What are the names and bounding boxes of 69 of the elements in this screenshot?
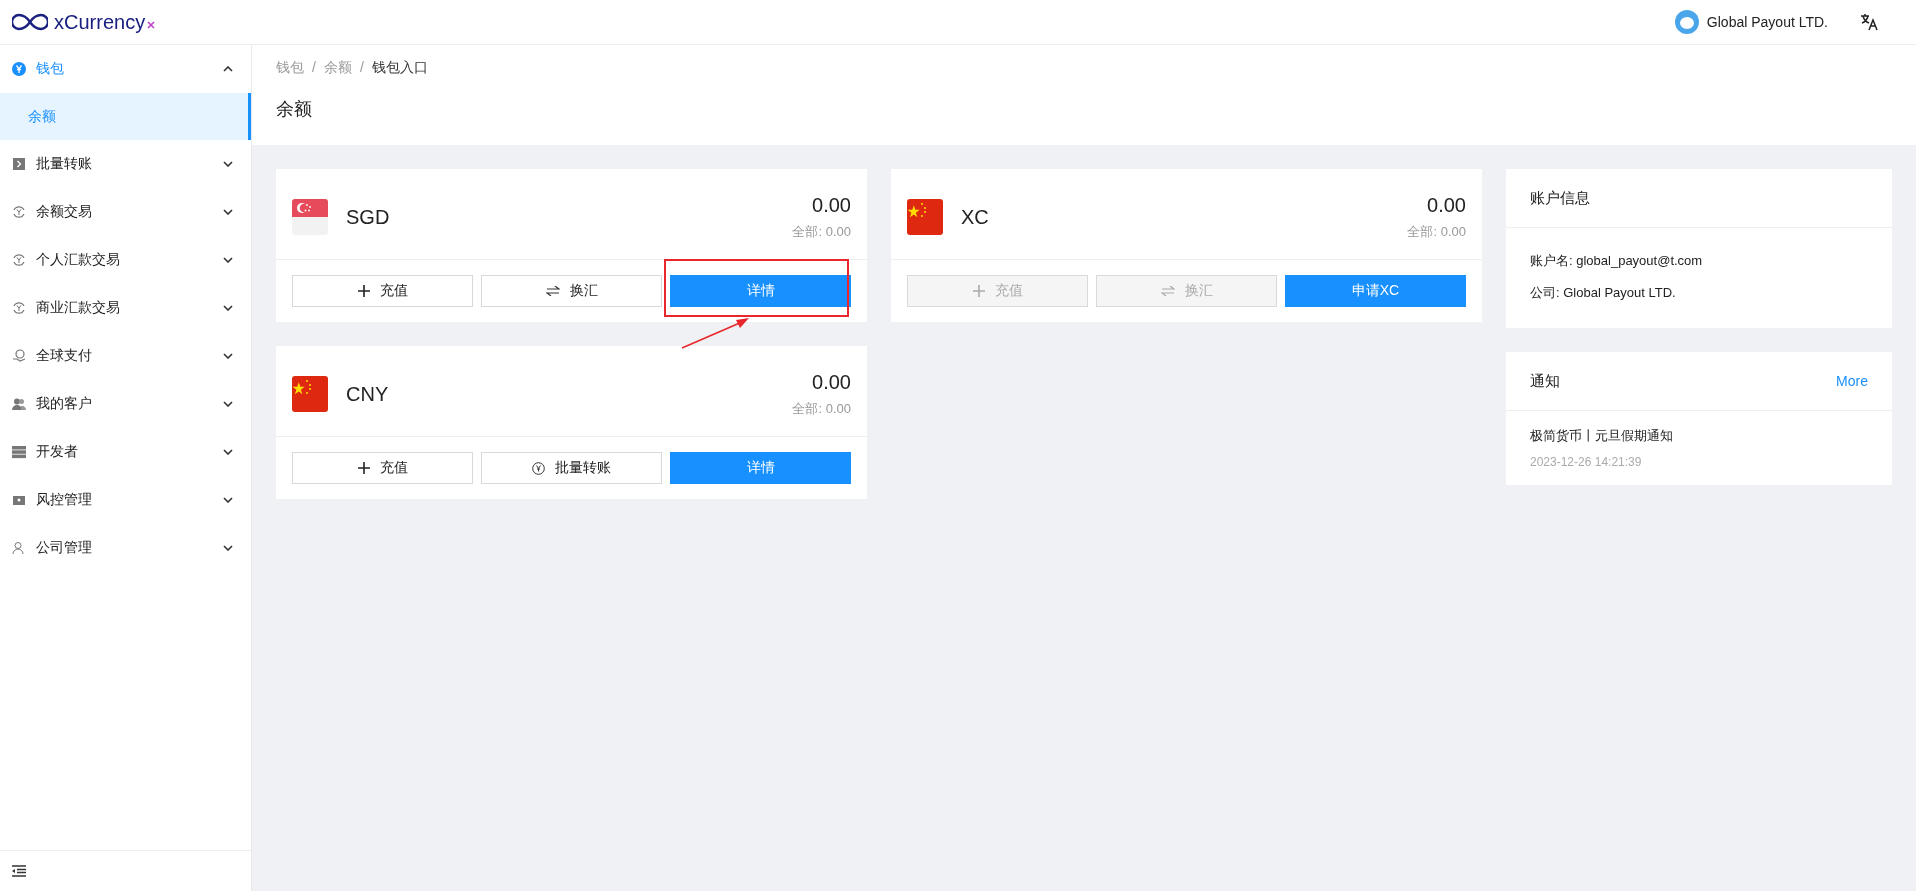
sidebar-item[interactable]: 风控管理: [0, 476, 251, 524]
translate-icon[interactable]: [1860, 13, 1878, 31]
swap-arrows-icon: [1160, 286, 1175, 296]
collapse-menu-icon[interactable]: [12, 865, 26, 877]
menu-icon: [12, 205, 26, 219]
page-title: 余额: [276, 98, 313, 121]
plus-icon: [357, 285, 370, 297]
menu-icon: [12, 301, 26, 315]
account-name[interactable]: Global Payout LTD.: [1706, 14, 1828, 30]
menu-icon: [12, 253, 26, 267]
chevron-icon: [223, 449, 233, 455]
sidebar-item[interactable]: 公司管理: [0, 524, 251, 572]
chevron-icon: [223, 353, 233, 359]
chevron-icon: [223, 66, 233, 72]
chevron-icon: [223, 305, 233, 311]
balance-amount: 0.00: [812, 193, 851, 217]
breadcrumb-separator: /: [359, 59, 364, 77]
chevron-icon: [223, 497, 233, 503]
flag-icon: [907, 199, 943, 235]
yen-coin-icon: [532, 461, 545, 475]
plus-icon: [972, 285, 985, 297]
total-balance: 全部: 0.00: [1407, 222, 1466, 241]
action-button[interactable]: 批量转账: [481, 452, 662, 484]
currency-code: SGD: [346, 205, 391, 229]
total-balance: 全部: 0.00: [792, 222, 851, 241]
action-button[interactable]: 充值: [292, 275, 473, 307]
menu-icon: [12, 493, 26, 507]
avatar-icon[interactable]: [1674, 10, 1699, 34]
flag-icon: [292, 199, 328, 235]
infinity-logo-icon: [12, 13, 48, 31]
menu-icon: [12, 541, 26, 555]
account-detail: 账户名: global_payout@t.com: [1530, 252, 1704, 270]
sidebar-item[interactable]: 余额交易: [0, 188, 251, 236]
menu-icon: [12, 157, 26, 171]
sidebar-item[interactable]: 开发者: [0, 428, 251, 476]
breadcrumb-item: 钱包入口: [371, 59, 428, 77]
balance-amount: 0.00: [812, 370, 851, 394]
sidebar-item[interactable]: 全球支付: [0, 332, 251, 380]
chevron-icon: [223, 209, 233, 215]
notice-time: 2023-12-26 14:21:39: [1530, 455, 1643, 469]
plus-icon: [357, 462, 370, 474]
menu-icon: [12, 62, 26, 76]
panel-title: 账户信息: [1506, 169, 1892, 228]
breadcrumb-separator: /: [312, 59, 316, 77]
action-button[interactable]: 换汇: [481, 275, 662, 307]
sidebar-item[interactable]: 我的客户: [0, 380, 251, 428]
menu-icon: [12, 349, 26, 363]
sidebar-item[interactable]: 批量转账: [0, 140, 251, 188]
sparkle-icon: [147, 20, 156, 29]
logo-text: xCurrency: [54, 10, 146, 34]
balance-amount: 0.00: [1427, 193, 1466, 217]
chevron-icon: [223, 545, 233, 551]
swap-arrows-icon: [545, 286, 560, 296]
annotation-arrow: [680, 317, 750, 349]
chevron-icon: [223, 401, 233, 407]
panel-title: 通知: [1530, 371, 1560, 391]
chevron-icon: [223, 257, 233, 263]
flag-icon: [292, 376, 328, 412]
currency-code: CNY: [346, 382, 390, 406]
account-detail: 公司: Global Payout LTD.: [1530, 284, 1677, 302]
action-button[interactable]: 充值: [292, 452, 473, 484]
total-balance: 全部: 0.00: [792, 399, 851, 418]
sidebar-item[interactable]: 个人汇款交易: [0, 236, 251, 284]
currency-code: XC: [961, 205, 990, 229]
sidebar-item[interactable]: 商业汇款交易: [0, 284, 251, 332]
menu-icon: [12, 445, 26, 459]
chevron-icon: [223, 161, 233, 167]
menu-icon: [12, 397, 26, 411]
notice-title[interactable]: 极简货币丨元旦假期通知: [1530, 427, 1868, 445]
